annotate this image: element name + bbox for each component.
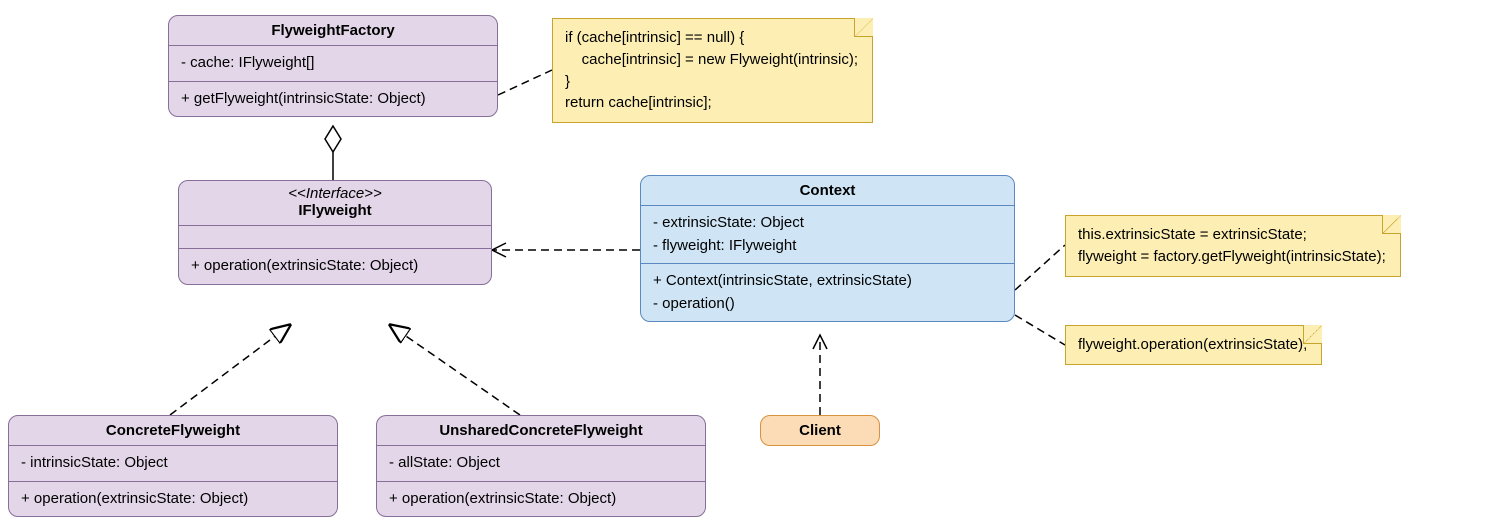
class-client: Client <box>760 415 880 446</box>
note-context-operation: flyweight.operation(extrinsicState); <box>1065 325 1322 365</box>
class-attributes: - allState: Object <box>377 445 705 481</box>
class-attributes: - intrinsicState: Object <box>9 445 337 481</box>
class-title: Context <box>641 176 1014 205</box>
class-methods: + operation(extrinsicState: Object) <box>377 481 705 517</box>
class-concrete-flyweight: ConcreteFlyweight - intrinsicState: Obje… <box>8 415 338 517</box>
class-flyweight-factory: FlyweightFactory - cache: IFlyweight[] +… <box>168 15 498 117</box>
class-methods: + getFlyweight(intrinsicState: Object) <box>169 81 497 117</box>
class-title: FlyweightFactory <box>169 16 497 45</box>
interface-iflyweight: <<Interface>> IFlyweight + operation(ext… <box>178 180 492 285</box>
class-title: ConcreteFlyweight <box>9 416 337 445</box>
class-attributes: - extrinsicState: Object - flyweight: IF… <box>641 205 1014 263</box>
note-context-constructor: this.extrinsicState = extrinsicState; fl… <box>1065 215 1401 277</box>
class-unshared-concrete-flyweight: UnsharedConcreteFlyweight - allState: Ob… <box>376 415 706 517</box>
stereotype-label: <<Interface>> <box>179 181 491 202</box>
class-attributes: - cache: IFlyweight[] <box>169 45 497 81</box>
class-context: Context - extrinsicState: Object - flywe… <box>640 175 1015 322</box>
class-methods: + operation(extrinsicState: Object) <box>179 248 491 284</box>
class-attributes <box>179 225 491 248</box>
class-title: IFlyweight <box>179 202 491 225</box>
class-title: Client <box>761 416 879 445</box>
note-factory-code: if (cache[intrinsic] == null) { cache[in… <box>552 18 873 123</box>
class-methods: + operation(extrinsicState: Object) <box>9 481 337 517</box>
class-methods: + Context(intrinsicState, extrinsicState… <box>641 263 1014 321</box>
class-title: UnsharedConcreteFlyweight <box>377 416 705 445</box>
